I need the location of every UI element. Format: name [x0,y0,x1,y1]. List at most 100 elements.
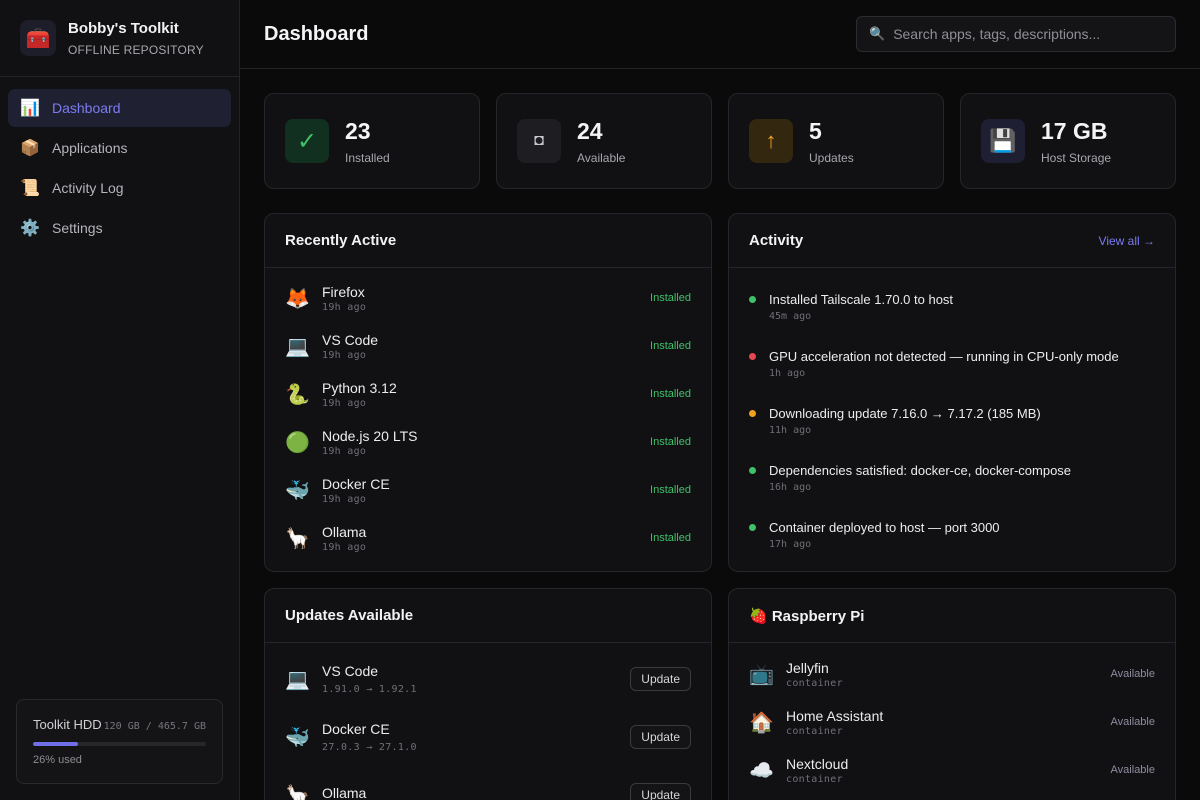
app-time: 19h ago [322,493,367,505]
card-title: 🍓 Raspberry Pi [749,607,865,625]
activity-item: GPU acceleration not detected — running … [729,329,1175,386]
activity-item: Dependencies satisfied: docker-ce, docke… [729,443,1175,500]
stat-label: Available [577,150,626,165]
list-item[interactable]: 🦙 Ollama 19h ago Installed [265,514,711,562]
recent-list: 🦊 Firefox 19h ago Installed 💻 VS Code 19… [265,268,711,562]
gear-icon: ⚙️ [20,220,40,237]
stat-host-storage[interactable]: 💾 17 GB Host Storage [960,93,1176,189]
status-dot [749,467,756,474]
list-item[interactable]: 🐍 Python 3.12 19h ago Installed [265,370,711,418]
card-header: 🍓 Raspberry Pi [729,589,1175,643]
update-button[interactable]: Update [630,725,691,749]
activity-item: Installed Tailscale 1.70.0 to host 45m a… [729,272,1175,329]
scroll-icon: 📜 [20,180,40,197]
activity-time: 45m ago [769,311,812,322]
storage-bar [33,742,206,746]
app-version: 27.0.3 → 27.1.0 [322,742,417,753]
activity-item: Downloading update 7.16.0 → 7.17.2 (185 … [729,386,1175,443]
brand-subtitle: OFFLINE REPOSITORY [68,42,204,57]
app-time: 19h ago [322,445,367,457]
stat-value: 5 [809,117,822,144]
activity-item: Container deployed to host — port 3000 1… [729,500,1175,557]
stat-value: 23 [345,117,371,144]
app-name: Node.js 20 LTS [322,427,418,444]
sidebar-item-dashboard[interactable]: 📊 Dashboard [8,89,231,127]
sidebar-item-settings[interactable]: ⚙️ Settings [8,209,231,247]
storage-amount: 120 GB / 465.7 GB [103,721,206,732]
card-header: Activity View all → [729,214,1175,268]
search-box[interactable]: 🔍 [856,16,1176,52]
updates-card: Updates Available 💻 VS Code 1.91.0 → 1.9… [264,588,712,800]
card-title: Updates Available [285,607,414,624]
activity-card: Activity View all → Installed Tailscale … [728,213,1176,572]
list-item[interactable]: 💻 VS Code 19h ago Installed [265,322,711,370]
sidebar-item-activity-log[interactable]: 📜 Activity Log [8,169,231,207]
search-icon: 🔍 [869,26,886,41]
stat-value: 24 [577,117,603,144]
app-type: container [786,677,843,689]
status-dot [749,524,756,531]
app-name: Python 3.12 [322,379,397,396]
list-item[interactable]: 🟢 Node.js 20 LTS 19h ago Installed [265,418,711,466]
app-name: VS Code [322,331,379,348]
updates-list: 💻 VS Code 1.91.0 → 1.92.1 Update 🐳 Docke… [265,643,711,800]
list-item[interactable]: 🦊 Firefox 19h ago Installed [265,274,711,322]
stat-installed[interactable]: ✓ 23 Installed [264,93,480,189]
stat-available[interactable]: ◘ 24 Available [496,93,712,189]
square-icon: ◘ [517,119,561,163]
top-bar: Dashboard 🔍 [240,0,1200,69]
status-badge: Installed [650,340,691,352]
card-title: Recently Active [285,232,397,249]
list-item[interactable]: 📺 Jellyfin container Available [729,650,1175,698]
app-name: VS Code [322,663,379,679]
app-name: Ollama [322,784,367,800]
llama-icon: 🦙 [285,527,310,550]
list-item[interactable]: 🏠 Home Assistant container Available [729,698,1175,746]
storage-bar-fill [33,742,78,746]
status-dot [749,296,756,303]
list-item: 💻 VS Code 1.91.0 → 1.92.1 Update [265,650,711,708]
package-icon: 📦 [20,140,40,157]
status-badge: Installed [650,436,691,448]
app-name: Docker CE [322,721,390,737]
list-item[interactable]: 🐳 Docker CE 19h ago Installed [265,466,711,514]
app-name: Jellyfin [786,659,829,676]
snake-icon: 🐍 [285,383,310,406]
laptop-icon: 💻 [285,668,310,691]
sidebar-nav: 📊 Dashboard 📦 Applications 📜 Activity Lo… [0,77,239,261]
stats-row: ✓ 23 Installed ◘ 24 Available ↑ 5 Update… [264,93,1176,189]
update-button[interactable]: Update [630,783,691,800]
app-time: 19h ago [322,301,367,313]
app-name: Ollama [322,523,367,540]
llama-icon: 🦙 [285,784,310,800]
list-item[interactable]: ☁️ Nextcloud container Available [729,746,1175,794]
status-badge: Installed [650,388,691,400]
green-circle-icon: 🟢 [285,431,310,454]
view-all-link[interactable]: View all → [1099,234,1155,248]
status-badge: Installed [650,292,691,304]
status-badge: Available [1110,764,1155,776]
status-badge: Available [1110,668,1155,680]
sidebar-item-applications[interactable]: 📦 Applications [8,129,231,167]
storage-title: Toolkit HDD [33,717,102,732]
status-dot [749,410,756,417]
sidebar-item-label: Applications [52,140,128,156]
update-button[interactable]: Update [630,667,691,691]
app-time: 19h ago [322,349,367,361]
list-item: 🦙 Ollama Update [265,766,711,800]
storage-card: Toolkit HDD 120 GB / 465.7 GB 26% used [16,699,223,784]
main-content: Dashboard 🔍 ✓ 23 Installed ◘ 24 Availabl… [240,0,1200,800]
stat-value: 17 GB [1041,117,1108,144]
activity-time: 11h ago [769,425,812,436]
recently-active-card: Recently Active 🦊 Firefox 19h ago Instal… [264,213,712,572]
status-badge: Installed [650,532,691,544]
search-input[interactable] [893,26,1163,42]
cloud-icon: ☁️ [749,759,774,782]
brand-title: Bobby's Toolkit [68,19,179,37]
tv-icon: 📺 [749,663,774,686]
firefox-icon: 🦊 [285,287,310,310]
sidebar-item-label: Activity Log [52,180,124,196]
status-dot [749,353,756,360]
stat-updates[interactable]: ↑ 5 Updates [728,93,944,189]
card-header: Recently Active [265,214,711,268]
